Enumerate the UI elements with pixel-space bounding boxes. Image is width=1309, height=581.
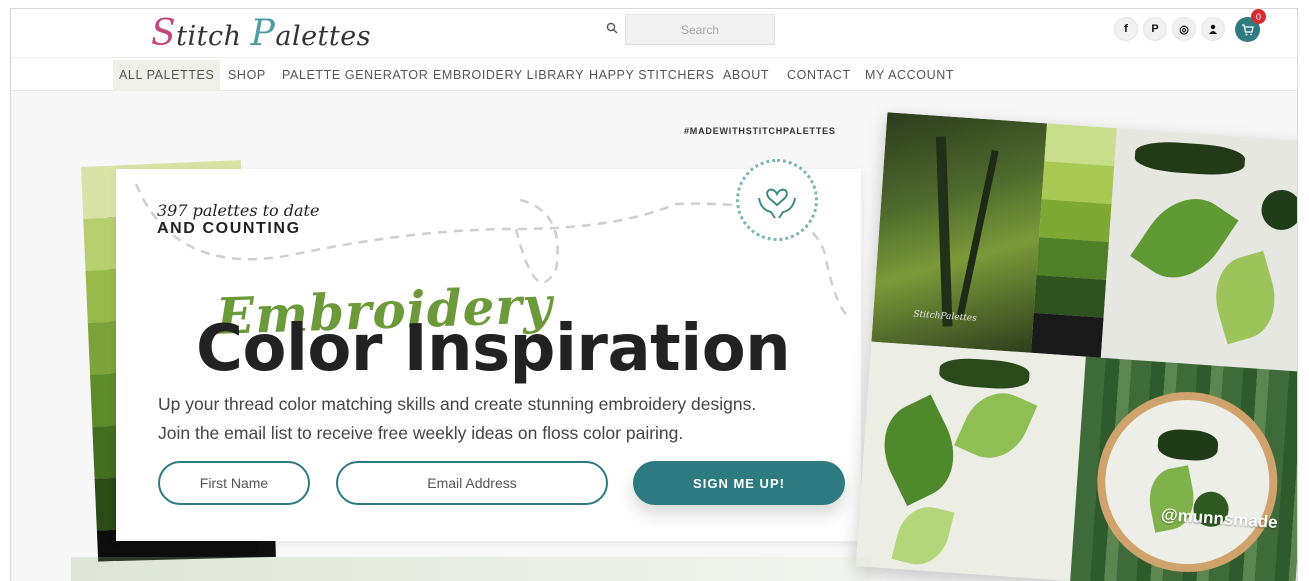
- palette-chip: [1039, 199, 1112, 242]
- nav-embroidery-library[interactable]: EMBROIDERY LIBRARY: [433, 68, 584, 82]
- logo-letter-p: P: [250, 13, 276, 54]
- site-logo[interactable]: Stitch Palettes: [151, 13, 371, 54]
- site-header: Stitch Palettes f P ◎ 0: [11, 9, 1297, 57]
- hands-heart-icon: [758, 188, 796, 219]
- nav-about[interactable]: ABOUT: [723, 68, 769, 82]
- logo-text-palettes: alettes: [275, 21, 372, 52]
- browser-viewport: Stitch Palettes f P ◎ 0 ALL PALETTES SHO…: [10, 8, 1298, 581]
- palette-chip: [1036, 237, 1109, 280]
- main-navigation: ALL PALETTES SHOP PALETTE GENERATOR EMBR…: [11, 57, 1297, 91]
- facebook-icon[interactable]: f: [1114, 17, 1138, 41]
- search-input[interactable]: [625, 14, 775, 45]
- cart-count-badge: 0: [1251, 9, 1266, 24]
- forest-watermark: StitchPalettes: [913, 309, 978, 324]
- instagram-icon[interactable]: ◎: [1172, 17, 1196, 41]
- sign-me-up-button[interactable]: SIGN ME UP!: [633, 461, 845, 505]
- nav-contact[interactable]: CONTACT: [787, 68, 851, 82]
- hero-signup-card: 397 palettes to date AND COUNTING Embroi…: [116, 159, 861, 541]
- forest-photo: StitchPalettes: [871, 112, 1048, 353]
- hashtag-label: #MADEWITHSTITCHPALETTES: [684, 126, 836, 136]
- instagram-glyph: ◎: [1179, 23, 1189, 36]
- hero-subtitle-line2: Join the email list to receive free week…: [158, 423, 684, 443]
- embroidered-leaves-photo: [1100, 128, 1297, 373]
- tree-trunk: [935, 136, 953, 327]
- nav-happy-stitchers[interactable]: HAPPY STITCHERS: [589, 68, 714, 82]
- email-field[interactable]: [336, 461, 608, 505]
- nav-shop[interactable]: SHOP: [228, 68, 266, 82]
- embroidered-leaf: [1260, 188, 1297, 232]
- nav-all-palettes[interactable]: ALL PALETTES: [113, 60, 221, 91]
- pinterest-icon[interactable]: P: [1143, 17, 1167, 41]
- first-name-field[interactable]: [158, 461, 310, 505]
- logo-letter-s: S: [151, 13, 177, 54]
- hands-heart-badge: [736, 159, 818, 241]
- embroidered-leaf: [867, 394, 971, 507]
- search-icon[interactable]: [606, 22, 618, 37]
- color-inspiration-title: Color Inspiration: [196, 312, 791, 386]
- palette-chip: [1033, 274, 1107, 318]
- palette-chip: [1030, 312, 1104, 358]
- embroidered-leaf: [938, 356, 1031, 391]
- embroidered-leaf: [1134, 139, 1246, 178]
- and-counting-tagline: AND COUNTING: [157, 220, 301, 237]
- palette-chip: [1044, 123, 1117, 167]
- account-icon[interactable]: [1201, 17, 1225, 41]
- embroidered-letter-photo: [855, 341, 1086, 581]
- hero-subtitle-line1: Up your thread color matching skills and…: [158, 394, 757, 414]
- nav-my-account[interactable]: MY ACCOUNT: [865, 68, 954, 82]
- pinterest-glyph: P: [1151, 23, 1159, 35]
- palette-count-tagline: 397 palettes to date: [157, 201, 320, 220]
- tree-trunk: [956, 149, 999, 318]
- embroidered-leaf: [1205, 250, 1286, 345]
- palette-chip: [1041, 161, 1115, 205]
- embroidered-leaf: [954, 381, 1038, 470]
- facebook-glyph: f: [1124, 23, 1128, 35]
- embroidered-leaf: [1156, 427, 1219, 463]
- embroidered-leaf: [891, 500, 955, 571]
- nav-palette-generator[interactable]: PALETTE GENERATOR: [282, 68, 428, 82]
- background-leaves-fade: [71, 557, 871, 581]
- logo-text-stitch: titch: [176, 21, 251, 52]
